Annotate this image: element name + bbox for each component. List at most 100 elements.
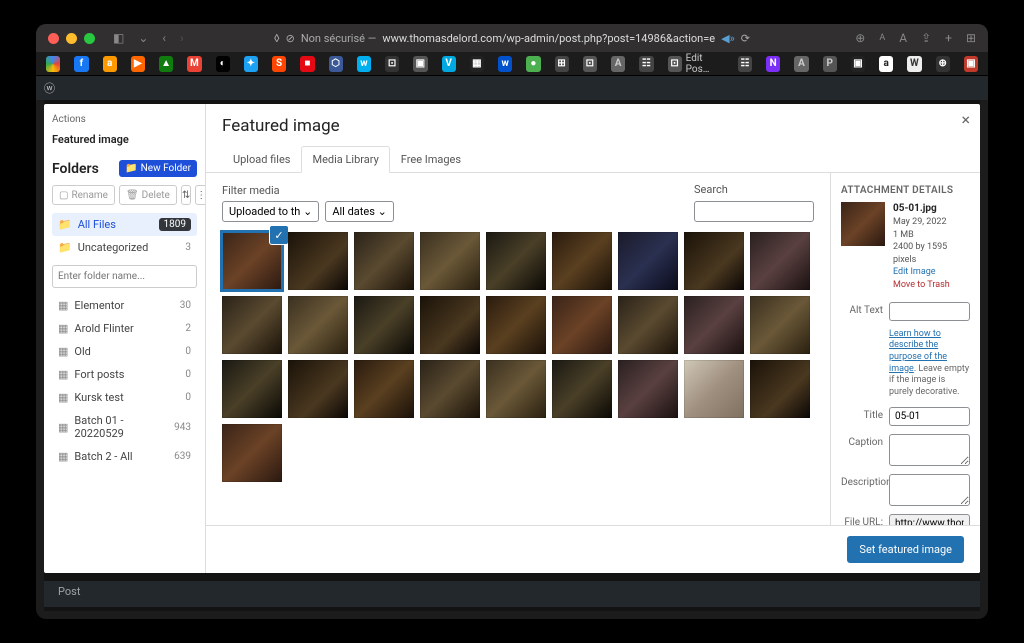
share-icon[interactable]: ⇪ — [921, 31, 931, 45]
sort-icon[interactable]: ⇅ — [181, 185, 191, 205]
bookmark-pinned[interactable]: ⊡Edit Pos… — [668, 53, 724, 75]
media-thumbnail[interactable] — [420, 232, 480, 290]
bookmark-icon[interactable]: A — [611, 56, 625, 72]
forward-icon[interactable]: › — [180, 31, 184, 45]
media-thumbnail[interactable] — [420, 296, 480, 354]
download-icon[interactable]: ⊕ — [855, 31, 865, 45]
filter-dates-select[interactable]: All dates ⌄ — [325, 201, 394, 222]
reload-icon[interactable]: ⟳ — [741, 32, 750, 45]
tab-free-images[interactable]: Free Images — [390, 146, 472, 173]
media-thumbnail[interactable] — [354, 232, 414, 290]
reader-icon[interactable]: ◀» — [721, 32, 735, 45]
bookmark-icon[interactable]: ● — [526, 56, 540, 72]
folder-item[interactable]: ▦Batch 01 - 20220529943 — [52, 409, 197, 445]
bookmark-icon[interactable]: A — [794, 56, 808, 72]
dropdown-icon[interactable]: ⌄ — [138, 31, 148, 45]
media-thumbnail[interactable] — [618, 360, 678, 418]
move-to-trash-link[interactable]: Move to Trash — [893, 280, 950, 290]
media-thumbnail[interactable] — [288, 360, 348, 418]
folder-item[interactable]: ▦Elementor30 — [52, 294, 197, 317]
bookmark-icon[interactable]: ▣ — [851, 56, 865, 72]
fileurl-input[interactable] — [889, 514, 970, 525]
media-thumbnail[interactable] — [486, 232, 546, 290]
bookmark-icon[interactable]: ■ — [300, 56, 314, 72]
bookmark-icon[interactable]: ▦ — [470, 56, 484, 72]
media-thumbnail[interactable] — [222, 424, 282, 482]
sidebar-icon[interactable]: ◧ — [113, 31, 124, 45]
bookmark-icon[interactable]: ⬡ — [329, 56, 343, 72]
text-size-large-icon[interactable]: A — [899, 31, 907, 45]
media-thumbnail[interactable] — [684, 296, 744, 354]
bookmark-icon[interactable]: ▣ — [964, 56, 978, 72]
bookmark-icon[interactable]: W — [907, 56, 921, 72]
set-featured-image-button[interactable]: Set featured image — [847, 536, 964, 563]
caption-input[interactable] — [889, 434, 970, 466]
bookmark-icon[interactable]: ◐ — [216, 56, 230, 72]
folder-item[interactable]: ▦Batch 2 - All639 — [52, 445, 197, 468]
tab-media-library[interactable]: Media Library — [301, 146, 389, 173]
more-icon[interactable]: ⋮ — [195, 185, 206, 205]
edit-image-link[interactable]: Edit Image — [893, 267, 936, 277]
folder-name-input[interactable] — [52, 265, 197, 288]
search-input[interactable] — [694, 201, 814, 222]
folder-item[interactable]: ▦Fort posts0 — [52, 363, 197, 386]
bookmark-icon[interactable]: a — [879, 56, 893, 72]
bookmark-icon[interactable]: ⊡ — [583, 56, 597, 72]
media-thumbnail[interactable] — [684, 360, 744, 418]
bookmark-icon[interactable]: w — [498, 56, 512, 72]
bookmark-icon[interactable]: ▲ — [159, 56, 173, 72]
description-input[interactable] — [889, 474, 970, 506]
bookmark-icon[interactable] — [46, 56, 60, 72]
media-thumbnail[interactable] — [552, 232, 612, 290]
new-folder-button[interactable]: 📁New Folder — [119, 160, 197, 177]
folder-item[interactable]: ▦Arold Flinter2 — [52, 317, 197, 340]
folder-item[interactable]: ▦Kursk test0 — [52, 386, 197, 409]
media-thumbnail[interactable] — [354, 296, 414, 354]
bookmark-icon[interactable]: f — [74, 56, 88, 72]
bookmark-icon[interactable]: S — [272, 56, 286, 72]
close-modal-button[interactable]: × — [961, 110, 970, 129]
bookmark-icon[interactable]: ▣ — [413, 56, 427, 72]
media-thumbnail[interactable] — [750, 296, 810, 354]
media-thumbnail[interactable] — [486, 360, 546, 418]
bookmark-icon[interactable]: ⊡ — [385, 56, 399, 72]
bookmark-icon[interactable]: N — [766, 56, 780, 72]
alt-text-input[interactable] — [889, 302, 970, 321]
bookmark-icon[interactable]: ✦ — [244, 56, 258, 72]
media-thumbnail[interactable] — [552, 360, 612, 418]
bookmark-icon[interactable]: ☷ — [639, 56, 653, 72]
media-thumbnail[interactable] — [354, 360, 414, 418]
media-thumbnail[interactable] — [618, 232, 678, 290]
media-thumbnail[interactable] — [222, 232, 282, 290]
bookmark-icon[interactable]: ⊞ — [555, 56, 569, 72]
maximize-window-button[interactable] — [84, 33, 95, 44]
back-icon[interactable]: ‹ — [162, 31, 166, 45]
media-thumbnail[interactable] — [420, 360, 480, 418]
media-thumbnail[interactable] — [750, 232, 810, 290]
tab-upload-files[interactable]: Upload files — [222, 146, 301, 173]
title-input[interactable] — [889, 407, 970, 426]
bookmark-icon[interactable]: a — [103, 56, 117, 72]
bookmark-icon[interactable]: M — [187, 56, 201, 72]
media-thumbnail[interactable] — [288, 232, 348, 290]
wp-logo-icon[interactable]: ⓦ — [44, 80, 55, 96]
bookmark-icon[interactable]: P — [823, 56, 837, 72]
media-thumbnail[interactable] — [486, 296, 546, 354]
bookmark-icon[interactable]: ☷ — [738, 56, 752, 72]
media-thumbnail[interactable] — [618, 296, 678, 354]
bookmark-icon[interactable]: ▶ — [131, 56, 145, 72]
delete-folder-button[interactable]: 🗑Delete — [119, 185, 177, 205]
media-thumbnail[interactable] — [684, 232, 744, 290]
address-bar[interactable]: ◊ ⊘ Non sécurisé — www.thomasdelord.com/… — [274, 32, 750, 45]
minimize-window-button[interactable] — [66, 33, 77, 44]
filter-uploaded-select[interactable]: Uploaded to th ⌄ — [222, 201, 319, 222]
media-thumbnail[interactable] — [552, 296, 612, 354]
tabs-icon[interactable]: ⊞ — [966, 31, 976, 45]
new-tab-icon[interactable]: + — [945, 31, 952, 45]
bookmark-icon[interactable]: w — [357, 56, 371, 72]
media-thumbnail[interactable] — [288, 296, 348, 354]
post-link[interactable]: Post — [58, 585, 80, 598]
bookmark-icon[interactable]: V — [442, 56, 456, 72]
folder-item[interactable]: ▦Old0 — [52, 340, 197, 363]
text-size-small-icon[interactable]: A — [879, 33, 885, 43]
